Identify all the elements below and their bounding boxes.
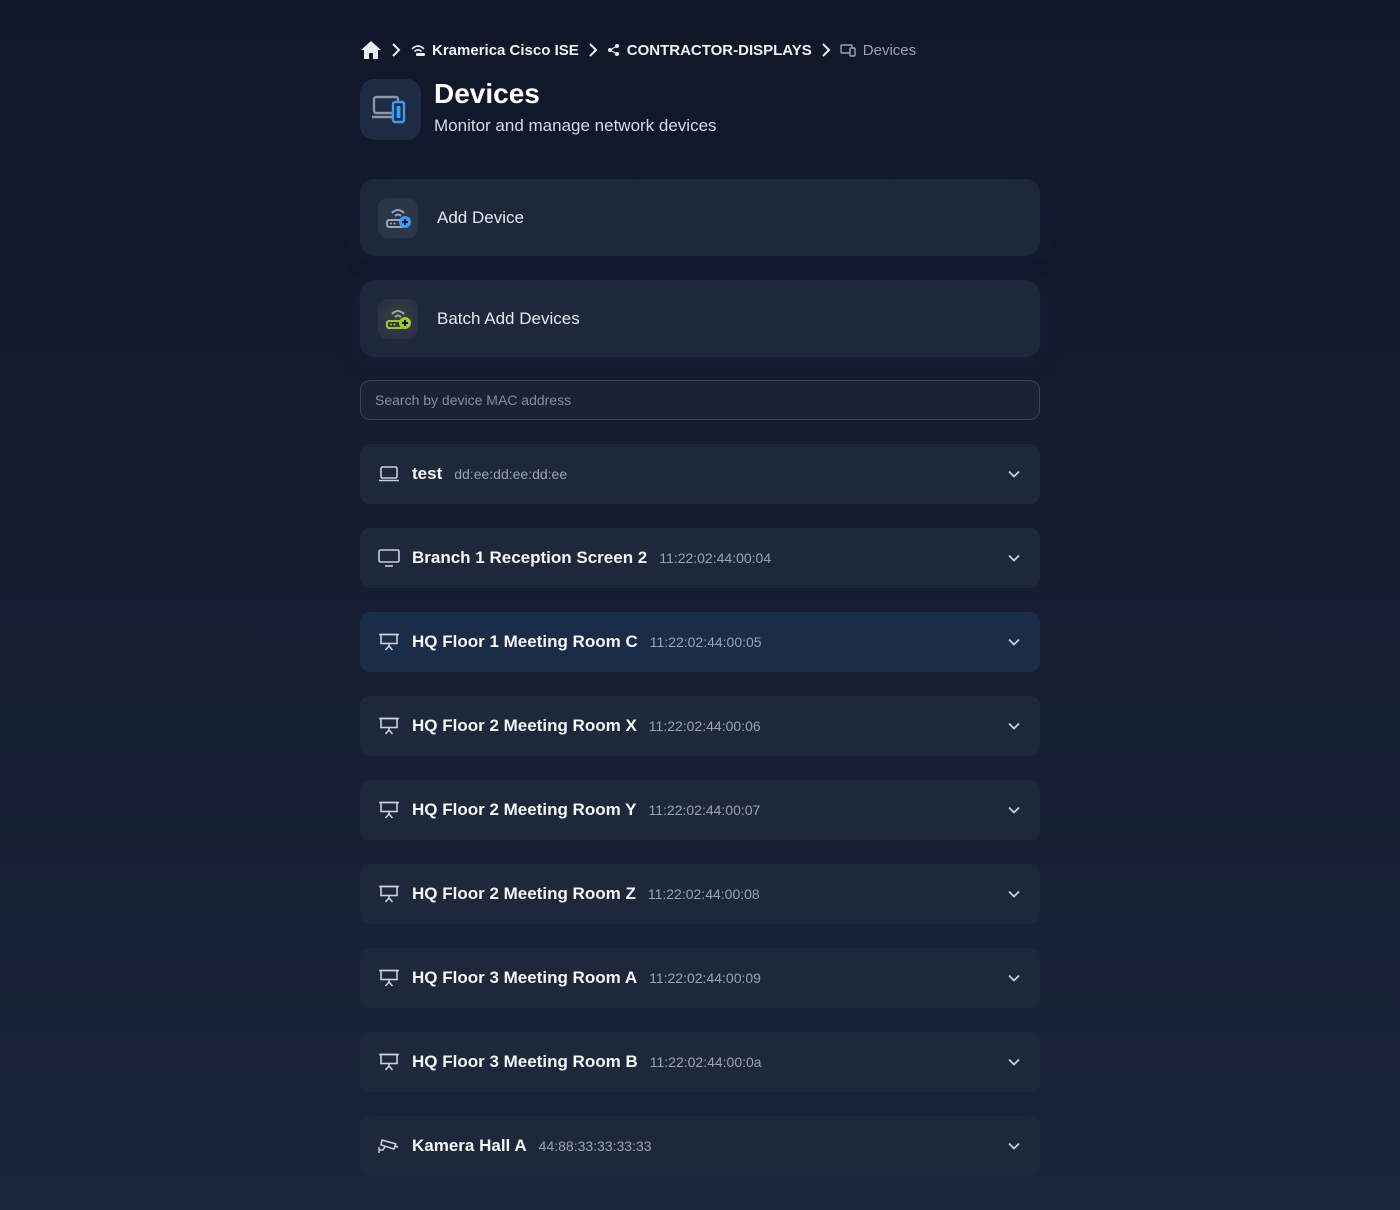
chevron-down-icon[interactable]	[1006, 802, 1022, 818]
network-nodes-icon	[607, 44, 619, 56]
presentation-screen-icon	[378, 967, 400, 989]
laptop-icon	[378, 463, 400, 485]
home-icon	[361, 41, 381, 59]
devices-header-icon	[360, 79, 421, 140]
batch-add-devices-label: Batch Add Devices	[437, 308, 580, 328]
presentation-screen-icon	[378, 799, 400, 821]
devices-icon	[840, 43, 856, 57]
device-row[interactable]: HQ Floor 2 Meeting Room Z 11:22:02:44:00:…	[360, 864, 1040, 924]
router-add-icon	[378, 197, 418, 238]
page-title: Devices	[434, 78, 540, 109]
breadcrumb-home[interactable]	[360, 40, 382, 60]
presentation-screen-icon	[378, 715, 400, 737]
device-row[interactable]: HQ Floor 3 Meeting Room B 11:22:02:44:00:…	[360, 1032, 1040, 1092]
device-mac: 11:22:02:44:00:0a	[649, 1054, 762, 1070]
chevron-right-icon	[821, 43, 831, 57]
device-mac: 11:22:02:44:00:06	[648, 718, 761, 734]
page-subtitle: Monitor and manage network devices	[434, 116, 717, 135]
device-name: test	[412, 464, 443, 483]
chevron-down-icon[interactable]	[1006, 466, 1022, 482]
device-mac: dd:ee:dd:ee:dd:ee	[454, 466, 568, 482]
chevron-down-icon[interactable]	[1006, 718, 1022, 734]
search-input[interactable]	[360, 380, 1040, 420]
breadcrumb-current-label: Devices	[862, 41, 917, 59]
batch-add-devices-button[interactable]: Batch Add Devices	[360, 280, 1040, 357]
device-mac: 11:22:02:44:00:04	[659, 550, 772, 566]
device-mac: 44:88:33:33:33:33	[538, 1138, 652, 1154]
device-mac: 11:22:02:44:00:08	[647, 886, 760, 902]
breadcrumb-current: Devices	[840, 42, 916, 59]
device-row[interactable]: Branch 1 Reception Screen 2 11:22:02:44:0…	[360, 528, 1040, 588]
chevron-right-icon	[588, 43, 598, 57]
presentation-screen-icon	[378, 631, 400, 653]
router-batch-add-icon	[378, 298, 418, 339]
breadcrumb-group-label: CONTRACTOR-DISPLAYS	[626, 41, 812, 59]
device-name: HQ Floor 3 Meeting Room B	[412, 1052, 638, 1071]
device-mac: 11:22:02:44:00:05	[649, 634, 762, 650]
device-name: HQ Floor 2 Meeting Room X	[412, 716, 637, 735]
device-name: HQ Floor 3 Meeting Room A	[412, 968, 638, 987]
chevron-down-icon[interactable]	[1006, 1138, 1022, 1154]
device-row[interactable]: HQ Floor 3 Meeting Room A 11:22:02:44:00:…	[360, 948, 1040, 1008]
device-name: HQ Floor 2 Meeting Room Y	[412, 800, 637, 819]
presentation-screen-icon	[378, 883, 400, 905]
add-device-button[interactable]: Add Device	[360, 179, 1040, 256]
presentation-screen-icon	[378, 1051, 400, 1073]
add-device-label: Add Device	[437, 207, 524, 227]
device-row[interactable]: test dd:ee:dd:ee:dd:ee	[360, 444, 1040, 504]
chevron-down-icon[interactable]	[1006, 886, 1022, 902]
chevron-down-icon[interactable]	[1006, 1054, 1022, 1070]
chevron-down-icon[interactable]	[1006, 634, 1022, 650]
device-mac: 11:22:02:44:00:07	[648, 802, 761, 818]
device-mac: 11:22:02:44:00:09	[649, 970, 761, 986]
device-row[interactable]: HQ Floor 1 Meeting Room C 11:22:02:44:00:…	[360, 612, 1040, 672]
router-wifi-icon	[411, 45, 425, 56]
device-name: Branch 1 Reception Screen 2	[412, 548, 648, 567]
chevron-down-icon[interactable]	[1006, 970, 1022, 986]
breadcrumb-org-label: Kramerica Cisco ISE	[432, 41, 579, 59]
chevron-right-icon	[391, 43, 401, 57]
device-name: Kamera Hall A	[412, 1136, 527, 1155]
page-header: Devices Monitor and manage network devic…	[360, 79, 717, 140]
security-camera-icon	[378, 1135, 400, 1157]
breadcrumb-org[interactable]: Kramerica Cisco ISE	[410, 42, 579, 59]
breadcrumb: Kramerica Cisco ISE CONTRACTOR-DISPLAYS …	[360, 39, 916, 61]
device-row[interactable]: Kamera Hall A 44:88:33:33:33:33	[360, 1116, 1040, 1176]
chevron-down-icon[interactable]	[1006, 550, 1022, 566]
device-row[interactable]: HQ Floor 2 Meeting Room Y 11:22:02:44:00:…	[360, 780, 1040, 840]
device-name: HQ Floor 1 Meeting Room C	[412, 632, 638, 651]
device-row[interactable]: HQ Floor 2 Meeting Room X 11:22:02:44:00:…	[360, 696, 1040, 756]
device-name: HQ Floor 2 Meeting Room Z	[412, 884, 636, 903]
breadcrumb-group[interactable]: CONTRACTOR-DISPLAYS	[607, 42, 812, 59]
monitor-icon	[378, 547, 400, 569]
